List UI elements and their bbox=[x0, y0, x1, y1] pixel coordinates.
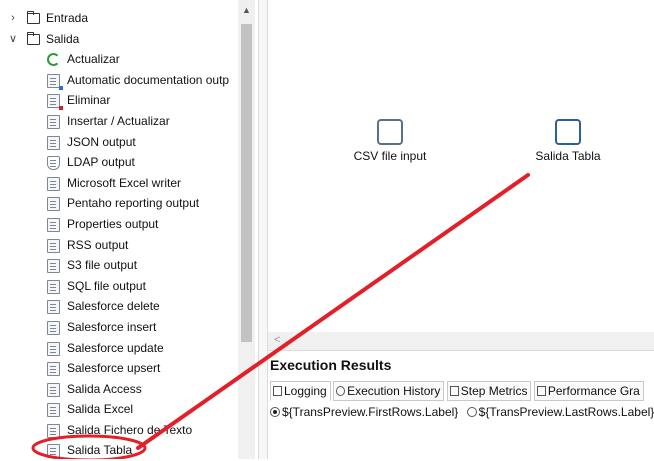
history-icon bbox=[336, 386, 346, 396]
tree-item-label: Automatic documentation outp bbox=[67, 72, 230, 87]
text-file-icon bbox=[47, 423, 60, 438]
tree-item-label: Salida bbox=[46, 31, 80, 46]
tree-step-item[interactable]: Automatic documentation outp bbox=[0, 70, 238, 91]
tree-item-label: Salida Excel bbox=[67, 402, 134, 417]
tree-step-item[interactable]: JSON output bbox=[0, 132, 238, 153]
properties-icon bbox=[47, 217, 60, 232]
tree-item-label: Microsoft Excel writer bbox=[67, 175, 182, 190]
radio-last-rows-label: ${TransPreview.LastRows.Label} bbox=[478, 405, 654, 419]
rss-icon bbox=[47, 238, 60, 253]
tree-item-label: Eliminar bbox=[67, 93, 111, 108]
palette-scrollbar[interactable]: ▲ bbox=[238, 0, 255, 459]
sql-icon bbox=[47, 279, 60, 294]
tree-folder-item[interactable]: ∨ Salida bbox=[0, 29, 238, 50]
report-icon bbox=[47, 197, 60, 212]
ldap-icon bbox=[47, 156, 60, 171]
tree-step-item[interactable]: Pentaho reporting output bbox=[0, 193, 238, 214]
insert-update-icon bbox=[47, 114, 60, 129]
folder-icon bbox=[27, 31, 40, 45]
tree-item-label: Actualizar bbox=[67, 52, 120, 67]
excel-icon bbox=[47, 176, 60, 191]
doc-icon bbox=[47, 73, 63, 90]
tree-item-label: Entrada bbox=[46, 11, 89, 25]
radio-first-rows[interactable] bbox=[270, 407, 280, 417]
tree-step-item[interactable]: Insertar / Actualizar bbox=[0, 111, 238, 132]
preview-options: ${TransPreview.FirstRows.Label} ${TransP… bbox=[270, 405, 654, 419]
tree-item-label: Properties output bbox=[67, 216, 159, 231]
tree-step-item[interactable]: Actualizar bbox=[0, 49, 238, 70]
tree-step-item[interactable]: SQL file output bbox=[0, 276, 238, 297]
step-salida-tabla[interactable]: Salida Tabla bbox=[518, 119, 618, 163]
tree-step-item[interactable]: Eliminar bbox=[0, 90, 238, 111]
tree-item-label: Insertar / Actualizar bbox=[67, 113, 170, 128]
salesforce-update-icon bbox=[47, 341, 60, 356]
table-output-icon bbox=[555, 119, 581, 145]
tree-item-label: Salesforce upsert bbox=[67, 361, 161, 376]
performance-icon bbox=[536, 386, 546, 396]
tree-step-item[interactable]: Salesforce upsert bbox=[0, 358, 238, 379]
salesforce-delete-icon bbox=[47, 300, 60, 315]
tree-step-item[interactable]: Microsoft Excel writer bbox=[0, 173, 238, 194]
canvas-scrollbar[interactable]: < bbox=[268, 332, 654, 350]
refresh-icon bbox=[47, 53, 60, 67]
tree-step-item[interactable]: RSS output bbox=[0, 235, 238, 256]
tree-item-label: Salida Fichero de Texto bbox=[67, 422, 193, 437]
s3-icon bbox=[47, 259, 60, 274]
excel-icon bbox=[47, 403, 60, 418]
steps-tree: › Entrada ∨ Salida Actualizar Automatic docum… bbox=[0, 8, 238, 461]
tree-item-label: Salesforce update bbox=[67, 340, 164, 355]
delete-icon bbox=[47, 94, 63, 111]
tree-item-label: Pentaho reporting output bbox=[67, 196, 200, 211]
tree-step-item[interactable]: Salida Tabla bbox=[0, 440, 238, 461]
tree-step-item[interactable]: Properties output bbox=[0, 214, 238, 235]
radio-first-rows-label: ${TransPreview.FirstRows.Label} bbox=[282, 405, 459, 419]
tree-item-label: S3 file output bbox=[67, 258, 138, 273]
tab-step-metrics[interactable]: Step Metrics bbox=[446, 381, 532, 401]
tree-step-item[interactable]: Salida Fichero de Texto bbox=[0, 420, 238, 441]
chevron-right-icon[interactable]: › bbox=[7, 8, 19, 29]
scroll-left-icon[interactable]: < bbox=[274, 334, 280, 346]
tab-performance-graph[interactable]: Performance Gra bbox=[533, 381, 644, 401]
scroll-up-icon[interactable]: ▲ bbox=[241, 5, 252, 15]
step-label: CSV file input bbox=[353, 149, 427, 163]
transformation-canvas[interactable]: CSV file input Salida Tabla bbox=[268, 0, 654, 332]
table-icon bbox=[47, 444, 60, 459]
tab-logging[interactable]: Logging bbox=[270, 381, 331, 401]
chevron-down-icon[interactable]: ∨ bbox=[7, 29, 19, 50]
tree-item-label: Salesforce insert bbox=[67, 319, 157, 334]
access-icon bbox=[47, 382, 60, 397]
tree-item-label: Salida Tabla bbox=[67, 443, 133, 458]
tree-item-label: Salesforce delete bbox=[67, 299, 160, 314]
csv-file-icon bbox=[377, 119, 403, 145]
salesforce-upsert-icon bbox=[47, 362, 60, 377]
tree-step-item[interactable]: Salesforce delete bbox=[0, 296, 238, 317]
radio-last-rows[interactable] bbox=[466, 407, 477, 417]
tree-step-item[interactable]: Salesforce insert bbox=[0, 317, 238, 338]
tab-execution-history[interactable]: Execution History bbox=[333, 381, 445, 401]
tree-step-item[interactable]: Salesforce update bbox=[0, 338, 238, 359]
salesforce-insert-icon bbox=[47, 320, 60, 335]
tree-step-item[interactable]: Salida Access bbox=[0, 379, 238, 400]
logging-icon bbox=[273, 386, 282, 396]
tree-step-item[interactable]: LDAP output bbox=[0, 152, 238, 173]
tree-item-label: Salida Access bbox=[67, 381, 142, 396]
tree-item-label: LDAP output bbox=[67, 155, 135, 170]
tree-item-label: RSS output bbox=[67, 237, 129, 252]
step-csv-file-input[interactable]: CSV file input bbox=[340, 119, 440, 163]
tree-folder-item[interactable]: › Entrada bbox=[0, 8, 238, 29]
folder-icon bbox=[27, 11, 40, 24]
results-tabs: Logging Execution History Step Metrics P… bbox=[270, 381, 644, 401]
panel-title: Execution Results bbox=[270, 357, 392, 373]
tree-step-item[interactable]: S3 file output bbox=[0, 255, 238, 276]
metrics-icon bbox=[449, 386, 459, 396]
json-icon bbox=[47, 135, 60, 150]
tree-item-label: JSON output bbox=[67, 134, 136, 149]
tree-step-item[interactable]: Salida Excel bbox=[0, 399, 238, 420]
scroll-thumb[interactable] bbox=[241, 24, 252, 342]
step-label: Salida Tabla bbox=[535, 149, 601, 163]
tree-item-label: SQL file output bbox=[67, 278, 146, 293]
execution-results-panel: Execution Results Logging Execution Hist… bbox=[268, 350, 654, 460]
panel-divider[interactable] bbox=[258, 0, 268, 459]
steps-palette: › Entrada ∨ Salida Actualizar Automatic docum… bbox=[0, 0, 258, 459]
